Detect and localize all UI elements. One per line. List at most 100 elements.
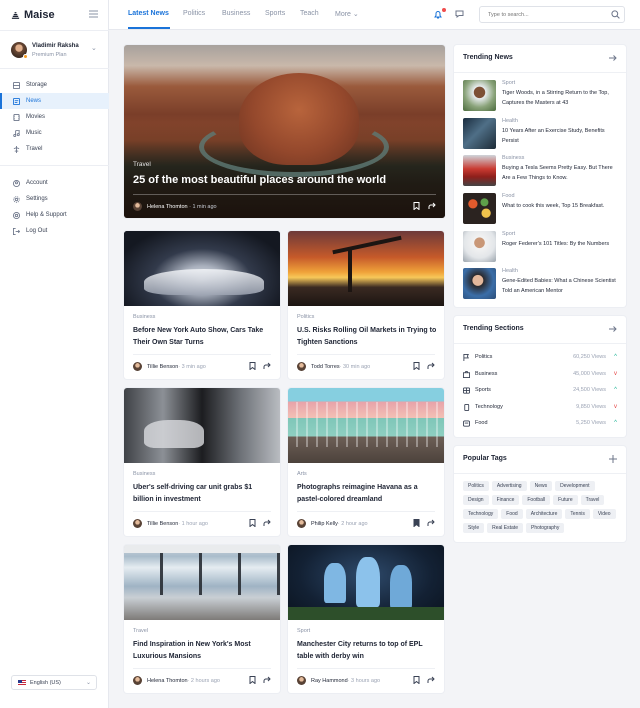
sidebar-item-music[interactable]: Music xyxy=(0,125,109,141)
bookmark-icon[interactable] xyxy=(249,676,256,684)
tag-item[interactable]: Travel xyxy=(580,495,605,505)
sidebar-item-storage[interactable]: Storage xyxy=(0,77,109,93)
article-author[interactable]: Tillie Benson · 3 min ago xyxy=(133,362,206,371)
featured-article[interactable]: Travel 25 of the most beautiful places a… xyxy=(124,45,445,218)
article-card[interactable]: Travel Find Inspiration in New York's Mo… xyxy=(124,545,280,693)
article-title[interactable]: Before New York Auto Show, Cars Take The… xyxy=(133,325,273,349)
search-icon[interactable] xyxy=(611,10,620,19)
article-author[interactable]: Ray Hammond · 3 hours ago xyxy=(297,676,380,685)
share-icon[interactable] xyxy=(428,202,436,210)
tag-item[interactable]: Football xyxy=(522,495,551,505)
bookmark-icon[interactable] xyxy=(413,202,420,210)
news-title: Tiger Woods, in a Stirring Return to the… xyxy=(502,90,609,106)
arrow-right-icon[interactable] xyxy=(609,54,617,62)
article-card[interactable]: Business Uber's self-driving car unit gr… xyxy=(124,388,280,536)
article-author[interactable]: Todd Torres · 30 min ago xyxy=(297,362,370,371)
article-author[interactable]: Tillie Benson · 1 hour ago xyxy=(133,519,208,528)
tag-item[interactable]: Architecture xyxy=(525,509,563,519)
share-icon[interactable] xyxy=(427,519,435,527)
tag-item[interactable]: Style xyxy=(463,523,485,533)
sidebar-item-help[interactable]: Help & Support xyxy=(0,207,109,223)
sidebar-item-settings[interactable]: Settings xyxy=(0,191,109,207)
sidebar-item-account[interactable]: Account xyxy=(0,175,109,191)
tag-item[interactable]: News xyxy=(529,481,553,491)
share-icon[interactable] xyxy=(427,362,435,370)
bookmark-filled-icon[interactable] xyxy=(413,519,420,527)
trending-news-item[interactable]: Sport Roger Federer's 101 Titles: By the… xyxy=(463,231,619,264)
app-logo[interactable]: Maise xyxy=(11,9,55,21)
tag-item[interactable]: Future xyxy=(553,495,578,505)
section-row-technology[interactable]: Technology 9,850 Views v xyxy=(463,401,617,413)
article-author[interactable]: Philip Kelly · 2 hour ago xyxy=(297,519,368,528)
tag-item[interactable]: Photography xyxy=(525,523,565,533)
chat-icon[interactable] xyxy=(455,10,464,18)
sidebar-item-news[interactable]: News xyxy=(0,93,109,109)
share-icon[interactable] xyxy=(263,519,271,527)
sidebar-item-travel[interactable]: Travel xyxy=(0,141,109,157)
tab-business[interactable]: Business xyxy=(222,10,250,17)
chevron-down-icon[interactable]: ⌄ xyxy=(91,44,97,52)
sidebar-item-logout[interactable]: Log Out xyxy=(0,223,109,239)
share-icon[interactable] xyxy=(263,676,271,684)
article-title[interactable]: Find Inspiration in New York's Most Luxu… xyxy=(133,639,273,663)
tag-list: Politics Advertising News Development De… xyxy=(463,481,619,533)
plus-icon[interactable] xyxy=(609,455,617,463)
tag-item[interactable]: Video xyxy=(592,509,616,519)
article-time: · 1 hour ago xyxy=(178,520,208,527)
article-title[interactable]: 25 of the most beautiful places around t… xyxy=(133,174,433,186)
trending-news-item[interactable]: Food What to cook this week, Top 15 Brea… xyxy=(463,193,619,226)
tag-item[interactable]: Technology xyxy=(463,509,499,519)
article-title[interactable]: U.S. Risks Rolling Oil Markets in Trying… xyxy=(297,325,437,349)
tag-item[interactable]: Tennis xyxy=(565,509,590,519)
tag-item[interactable]: Real Estate xyxy=(487,523,523,533)
article-image xyxy=(124,231,280,306)
article-category: Arts xyxy=(297,471,307,477)
article-author[interactable]: Helena Thomton · 1 min ago xyxy=(133,202,217,211)
sidebar-item-label: Help & Support xyxy=(26,212,67,218)
trending-news-item[interactable]: Health 10 Years After an Exercise Study,… xyxy=(463,118,619,151)
tab-teach[interactable]: Teach xyxy=(300,10,319,17)
trending-news-item[interactable]: Health Gene-Edited Babies: What a Chines… xyxy=(463,268,619,301)
article-card[interactable]: Sport Manchester City returns to top of … xyxy=(288,545,444,693)
image-shape xyxy=(332,235,402,255)
article-card[interactable]: Business Before New York Auto Show, Cars… xyxy=(124,231,280,379)
tag-item[interactable]: Food xyxy=(501,509,523,519)
tab-sports[interactable]: Sports xyxy=(265,10,285,17)
tag-item[interactable]: Advertising xyxy=(491,481,527,491)
arrow-right-icon[interactable] xyxy=(609,325,617,333)
tab-politics[interactable]: Politics xyxy=(183,10,205,17)
search-input[interactable] xyxy=(488,10,603,20)
tag-item[interactable]: Politics xyxy=(463,481,489,491)
article-author[interactable]: Helena Thomton · 2 hours ago xyxy=(133,676,220,685)
menu-icon[interactable] xyxy=(89,10,98,18)
bookmark-icon[interactable] xyxy=(249,362,256,370)
share-icon[interactable] xyxy=(263,362,271,370)
trending-news-item[interactable]: Business Buying a Tesla Seems Pretty Eas… xyxy=(463,155,619,188)
trending-news-panel: Trending News Sport Tiger Woods, in a St… xyxy=(454,45,626,307)
tag-item[interactable]: Design xyxy=(463,495,489,505)
tag-item[interactable]: Finance xyxy=(491,495,520,505)
bookmark-icon[interactable] xyxy=(413,676,420,684)
article-actions xyxy=(413,362,435,370)
author-avatar xyxy=(133,362,142,371)
article-card[interactable]: Arts Photographs reimagine Havana as a p… xyxy=(288,388,444,536)
article-title[interactable]: Uber's self-driving car unit grabs $1 bi… xyxy=(133,482,273,506)
tag-item[interactable]: Development xyxy=(555,481,595,491)
bookmark-icon[interactable] xyxy=(249,519,256,527)
search-box[interactable] xyxy=(479,6,625,23)
section-row-sports[interactable]: Sports 24,500 Views ^ xyxy=(463,384,617,396)
article-title[interactable]: Manchester City returns to top of EPL ta… xyxy=(297,639,437,663)
section-row-food[interactable]: Food 5,250 Views ^ xyxy=(463,417,617,429)
section-row-politics[interactable]: Politics 60,250 Views ^ xyxy=(463,351,617,363)
article-card[interactable]: Politics U.S. Risks Rolling Oil Markets … xyxy=(288,231,444,379)
tab-latest-news[interactable]: Latest News xyxy=(128,10,169,17)
share-icon[interactable] xyxy=(427,676,435,684)
language-select[interactable]: English (US) ⌄ xyxy=(11,675,97,690)
trending-news-item[interactable]: Sport Tiger Woods, in a Stirring Return … xyxy=(463,80,619,113)
tab-more[interactable]: More ⌄ xyxy=(335,10,359,18)
bell-icon[interactable] xyxy=(434,10,442,19)
sidebar-item-movies[interactable]: Movies xyxy=(0,109,109,125)
article-title[interactable]: Photographs reimagine Havana as a pastel… xyxy=(297,482,437,506)
section-row-business[interactable]: Business 45,000 Views v xyxy=(463,368,617,380)
bookmark-icon[interactable] xyxy=(413,362,420,370)
